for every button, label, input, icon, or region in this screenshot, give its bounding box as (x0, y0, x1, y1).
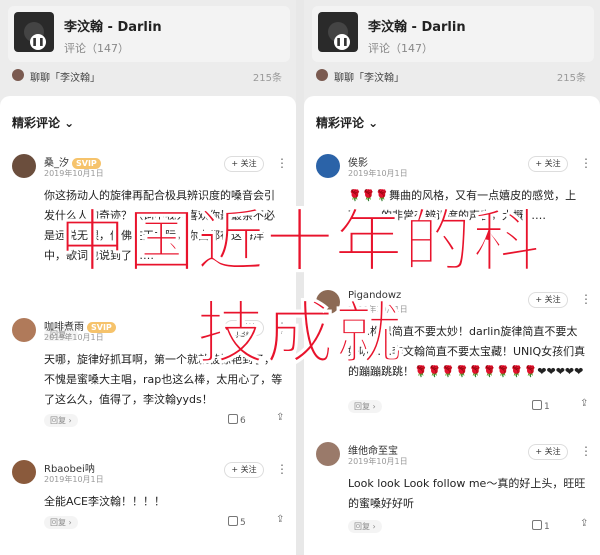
avatar[interactable] (316, 442, 340, 466)
follow-button[interactable]: + 关注 (224, 156, 264, 172)
like-button[interactable]: 1 (532, 520, 550, 532)
overlay-title-line1: 中国近十年的科 (58, 203, 542, 283)
follow-button[interactable]: + 关注 (528, 156, 568, 172)
more-icon[interactable]: ⋮ (580, 156, 592, 170)
thumb-up-icon (532, 520, 542, 530)
follow-button[interactable]: + 关注 (224, 462, 264, 478)
thumb-up-icon (228, 516, 238, 526)
singer-chat-label: 聊聊「李汶翰」 (30, 73, 100, 84)
comment-count: 评论（147） (368, 42, 433, 55)
comment-date: 2019年10月1日 (44, 169, 104, 178)
section-title[interactable]: 精彩评论 ⌄ (316, 114, 378, 131)
like-count: 1 (544, 522, 550, 532)
more-icon[interactable]: ⋮ (580, 444, 592, 458)
like-button[interactable]: 1 (532, 400, 550, 412)
share-icon[interactable]: ⇪ (580, 398, 588, 409)
section-title[interactable]: 精彩评论 ⌄ (12, 114, 74, 131)
comment-date: 2019年10月1日 (348, 457, 408, 466)
share-icon[interactable]: ⇪ (276, 514, 284, 525)
singer-chat-label: 聊聊「李汶翰」 (334, 73, 404, 84)
share-icon[interactable]: ⇪ (580, 518, 588, 529)
share-count: 215条 (252, 73, 282, 84)
singer-avatar (12, 69, 24, 81)
reply-button[interactable]: 回复 › (44, 414, 78, 427)
song-title: 李汶翰 - Darlin (368, 20, 466, 35)
comment-body: Look look Look follow me～真的好上头，旺旺的蜜嗓好好听 (348, 477, 586, 510)
pause-icon[interactable]: ❚❚ (334, 34, 350, 50)
now-playing-bar[interactable]: ❚❚ 李汶翰 - Darlin 评论（147） (312, 6, 594, 62)
song-title: 李汶翰 - Darlin (64, 20, 162, 35)
comment-count: 评论（147） (64, 42, 129, 55)
follow-button[interactable]: + 关注 (528, 444, 568, 460)
now-playing-bar[interactable]: ❚❚ 李汶翰 - Darlin 评论（147） (8, 6, 290, 62)
like-button[interactable]: 6 (228, 414, 246, 426)
username[interactable]: Rbaobei呐 (44, 460, 95, 475)
username[interactable]: 桑_汐 SVIP (44, 154, 101, 169)
singer-chat-row[interactable]: 聊聊「李汶翰」 215条 (312, 66, 594, 86)
like-count: 5 (240, 518, 246, 528)
reply-button[interactable]: 回复 › (348, 400, 382, 413)
share-icon[interactable]: ⇪ (276, 412, 284, 423)
avatar[interactable] (12, 460, 36, 484)
share-count: 215条 (556, 73, 586, 84)
username[interactable]: 俟影 (348, 154, 368, 169)
like-button[interactable]: 5 (228, 516, 246, 528)
thumb-up-icon (532, 400, 542, 410)
reply-button[interactable]: 回复 › (348, 520, 382, 533)
overlay-title-line2: 技成就 (196, 295, 404, 375)
thumb-up-icon (228, 414, 238, 424)
more-icon[interactable]: ⋮ (276, 462, 288, 476)
avatar[interactable] (316, 154, 340, 178)
more-icon[interactable]: ⋮ (276, 156, 288, 170)
username[interactable]: 维他命至宝 (348, 442, 398, 457)
like-count: 1 (544, 402, 550, 412)
pause-icon[interactable]: ❚❚ (30, 34, 46, 50)
comment-date: 2019年10月1日 (348, 169, 408, 178)
reply-button[interactable]: 回复 › (44, 516, 78, 529)
svip-badge: SVIP (72, 157, 101, 169)
singer-chat-row[interactable]: 聊聊「李汶翰」 215条 (8, 66, 290, 86)
comment-body: 全能ACE李汶翰！！！！ (44, 495, 165, 508)
avatar[interactable] (12, 154, 36, 178)
like-count: 6 (240, 416, 246, 426)
comment-date: 2019年10月1日 (44, 475, 104, 484)
singer-avatar (316, 69, 328, 81)
